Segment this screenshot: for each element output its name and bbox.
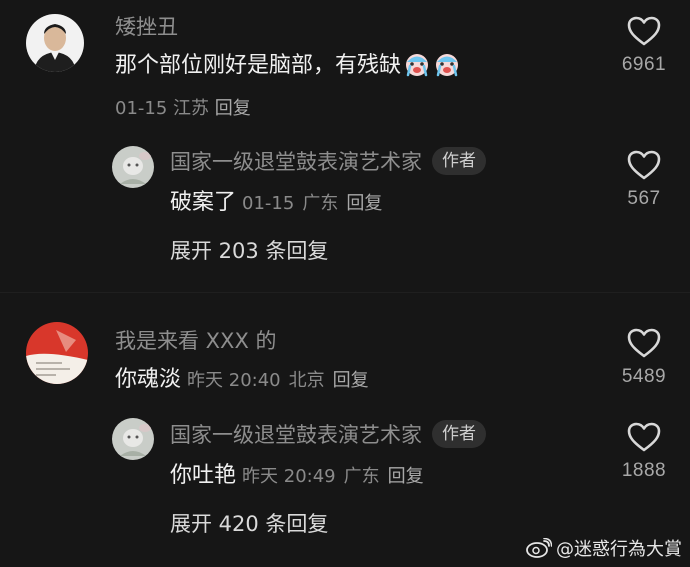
reply-button[interactable]: 回复	[346, 193, 382, 214]
comment-meta: 昨天 20:40 北京 回复	[187, 370, 377, 391]
like-count: 1888	[621, 460, 667, 481]
weibo-logo-icon	[526, 537, 553, 558]
crying-face-icon	[433, 51, 461, 77]
heart-icon[interactable]	[627, 422, 661, 452]
reply-location: 广东	[302, 193, 339, 214]
comment-text-body: 那个部位刚好是脑部，有残缺	[115, 53, 402, 78]
reply-like-button[interactable]: 567	[614, 150, 674, 210]
like-count: 5489	[621, 366, 667, 387]
comment-text: 你魂淡	[115, 367, 182, 392]
heart-icon[interactable]	[627, 328, 661, 358]
author-badge: 作者	[432, 147, 486, 175]
expand-replies-button[interactable]: 展开 203 条回复	[170, 238, 328, 264]
comment-text: 那个部位刚好是脑部，有残缺	[115, 52, 461, 80]
like-button[interactable]: 6961	[614, 16, 674, 76]
like-count: 6961	[621, 54, 667, 75]
reply-meta: 01-15 广东 回复	[242, 193, 390, 214]
reply-username: 国家一级退堂鼓表演艺术家 作者	[170, 147, 486, 177]
comment-username[interactable]: 矮挫丑	[115, 14, 178, 40]
comment-content-line: 你魂淡 昨天 20:40 北京 回复	[115, 366, 377, 395]
comment-date: 昨天 20:40	[187, 370, 281, 391]
avatar[interactable]	[26, 322, 88, 384]
reply-like-button[interactable]: 1888	[614, 422, 674, 482]
reply-date: 昨天 20:49	[242, 466, 336, 487]
like-count: 567	[627, 188, 661, 209]
comment-location: 江苏	[173, 98, 210, 119]
reply-content-line: 破案了 01-15 广东 回复	[170, 189, 390, 218]
reply-username: 国家一级退堂鼓表演艺术家 作者	[170, 420, 486, 450]
reply-date: 01-15	[242, 193, 295, 214]
comment-location: 北京	[288, 370, 325, 391]
reply-button[interactable]: 回复	[388, 466, 424, 487]
reply-button[interactable]: 回复	[333, 370, 369, 391]
expand-replies-button[interactable]: 展开 420 条回复	[170, 511, 328, 537]
divider	[0, 292, 690, 293]
comment-date: 01-15	[115, 98, 168, 119]
reply-text: 破案了	[170, 190, 237, 215]
reply-username-text[interactable]: 国家一级退堂鼓表演艺术家	[170, 150, 422, 174]
reply-location: 广东	[343, 466, 380, 487]
avatar[interactable]	[26, 14, 84, 72]
reply-content-line: 你吐艳 昨天 20:49 广东 回复	[170, 462, 432, 491]
reply-username-text[interactable]: 国家一级退堂鼓表演艺术家	[170, 423, 422, 447]
reply-text: 你吐艳	[170, 463, 237, 488]
reply-avatar[interactable]	[112, 418, 154, 460]
comment-username[interactable]: 我是来看 XXX 的	[115, 328, 277, 354]
watermark-text: @迷惑行為大賞	[556, 539, 682, 560]
heart-icon[interactable]	[627, 16, 661, 46]
reply-button[interactable]: 回复	[215, 98, 251, 119]
comment-meta: 01-15 江苏 回复	[115, 97, 251, 121]
crying-face-icon	[403, 51, 431, 77]
like-button[interactable]: 5489	[614, 328, 674, 388]
watermark: @迷惑行為大賞	[526, 535, 682, 561]
reply-meta: 昨天 20:49 广东 回复	[242, 466, 432, 487]
reply-avatar[interactable]	[112, 146, 154, 188]
heart-icon[interactable]	[627, 150, 661, 180]
author-badge: 作者	[432, 420, 486, 448]
